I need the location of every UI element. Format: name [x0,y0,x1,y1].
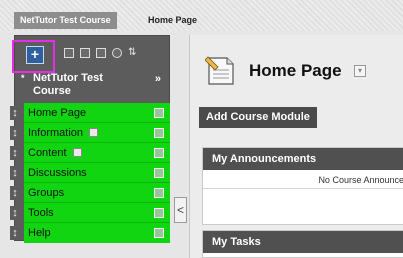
hidden-content-icon [72,148,82,157]
module-title: My Tasks [203,231,403,253]
chevron-down-icon[interactable]: ▾ [354,65,366,77]
sidebar-item-groups[interactable]: ↕ Groups [10,183,170,203]
add-course-module-button[interactable]: Add Course Module [199,107,317,128]
announcements-message: No Course Announce [318,175,403,185]
toolbar-icons: ⇅ [64,48,136,62]
sidebar-item-content[interactable]: ↕ Content [10,143,170,163]
add-menu-item-button[interactable]: + [26,46,44,64]
drag-handle-icon[interactable]: ↕ [10,146,20,160]
breadcrumb-page: Home Page [148,15,198,25]
sidebar-item-label: Groups [28,187,65,199]
collapse-icon[interactable]: » [155,73,161,86]
sidebar-item-home-page[interactable]: ↕ Home Page [10,103,170,123]
course-title-line2: Course [33,85,71,97]
breadcrumb-course[interactable]: NetTutor Test Course [14,12,117,29]
list-icon[interactable] [64,48,74,58]
page-icon [205,56,234,85]
my-announcements-module: My Announcements No Course Announce [202,147,403,225]
sidebar-item-label: Help [28,227,51,239]
sort-icon[interactable]: ⇅ [128,48,136,62]
page-title: Home Page [249,61,342,80]
course-menu-sidebar: + ⇅ * NetTutor Test Course » ↕ Home Page… [10,35,171,243]
drag-handle-icon[interactable]: ↕ [10,206,20,220]
sidebar-item-discussions[interactable]: ↕ Discussions [10,163,170,183]
sidebar-item-label: Home Page [28,107,87,119]
folder-icon[interactable] [80,48,90,58]
chevron-down-icon[interactable] [154,228,164,238]
drag-handle-icon[interactable]: ↕ [10,106,20,120]
window-icon[interactable] [96,48,106,58]
drag-handle-icon[interactable]: ↕ [10,126,20,140]
drag-handle-icon[interactable]: ↕ [10,226,20,240]
drag-handle-icon[interactable]: ↕ [10,186,20,200]
main-content: Home Page ▾ Add Course Module My Announc… [189,35,403,258]
refresh-icon[interactable] [112,48,122,58]
course-title-line1: NetTutor Test [33,72,103,84]
my-tasks-module: My Tasks [202,230,403,258]
chevron-down-icon[interactable] [154,128,164,138]
course-menu: ↕ Home Page ↕ Information ↕ Content ↕ Di… [10,103,170,243]
hidden-content-icon [89,128,99,137]
module-title: My Announcements [203,148,403,170]
sidebar-item-label: Information [28,127,84,139]
sidebar-item-label: Discussions [28,167,87,179]
star-icon: * [21,73,25,83]
chevron-down-icon[interactable] [154,208,164,218]
sidebar-item-tools[interactable]: ↕ Tools [10,203,170,223]
top-breadcrumb-bar: NetTutor Test Course Home Page [0,0,403,31]
chevron-down-icon[interactable] [154,188,164,198]
drag-handle-icon[interactable]: ↕ [10,166,20,180]
sidebar-item-information[interactable]: ↕ Information [10,123,170,143]
course-title[interactable]: * NetTutor Test Course » [15,70,171,100]
sidebar-item-label: Content [28,147,67,159]
module-footer [203,188,403,210]
sidebar-toolbar: + ⇅ [12,36,171,73]
chevron-down-icon[interactable] [154,168,164,178]
chevron-down-icon[interactable] [154,148,164,158]
sidebar-collapse-toggle[interactable]: < [174,197,187,223]
sidebar-item-help[interactable]: ↕ Help [10,223,170,243]
sidebar-item-label: Tools [28,207,54,219]
chevron-down-icon[interactable] [154,108,164,118]
